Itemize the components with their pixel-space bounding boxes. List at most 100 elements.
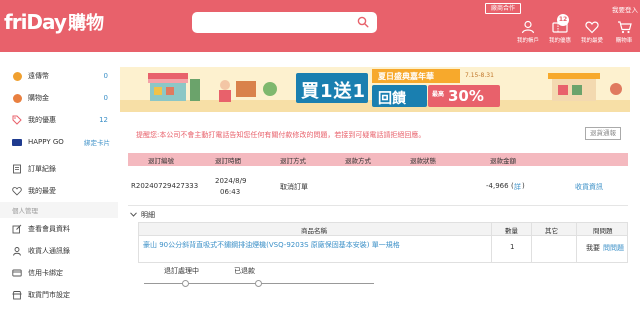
sidebar-item-label: HAPPY GO bbox=[28, 138, 64, 146]
col-product-name: 商品名稱 bbox=[301, 227, 327, 235]
top-header: friDay 購物 廠商合作 我要登入 我的帳戶 我的優惠 12 我的最愛 購物… bbox=[0, 0, 640, 52]
product-quantity: 1 bbox=[510, 243, 515, 251]
site-logo[interactable]: friDay 購物 bbox=[4, 8, 104, 36]
amount-paren-close: ) bbox=[522, 182, 525, 190]
column-divider bbox=[491, 223, 492, 262]
edit-icon bbox=[12, 224, 22, 234]
col-refund-status: 退款狀態 bbox=[410, 156, 436, 165]
tag-icon bbox=[12, 115, 22, 125]
login-link[interactable]: 我要登入 bbox=[612, 4, 638, 14]
column-divider bbox=[531, 223, 532, 262]
banner-date-text: 7.15-8.31 bbox=[465, 72, 494, 79]
partner-button[interactable]: 廠商合作 bbox=[485, 3, 521, 14]
banner-artwork bbox=[120, 67, 630, 112]
sidebar-item-order-history[interactable]: 訂單紀錄 bbox=[0, 158, 118, 180]
sidebar-item-fet-coin[interactable]: 遠傳幣 0 bbox=[0, 65, 118, 87]
happy-go-logo-icon bbox=[12, 137, 22, 147]
sidebar-item-favorites[interactable]: 我的最愛 bbox=[0, 180, 118, 202]
sidebar-item-label: 信用卡綁定 bbox=[28, 269, 63, 277]
refund-id: R20240729427333 bbox=[131, 182, 199, 190]
table-row: R20240729427333 2024/8/9 06:43 取消訂單 -4,9… bbox=[128, 166, 628, 206]
search-input[interactable] bbox=[200, 15, 350, 30]
amount-detail-link[interactable]: 詳 bbox=[514, 182, 521, 192]
shopping-credit-value: 0 bbox=[103, 94, 108, 102]
sidebar-item-member-info[interactable]: 查看會員資料 bbox=[0, 218, 118, 240]
product-name-link[interactable]: 豪山 90公分斜背直吸式不鏽鋼排油煙機(VSQ-9203S 原廠保固基本安裝) … bbox=[143, 240, 400, 250]
sidebar-item-my-coupons[interactable]: 我的優惠 12 bbox=[0, 109, 118, 131]
ask-prefix: 我要 bbox=[586, 244, 600, 252]
table-row: 豪山 90公分斜背直吸式不鏽鋼排油煙機(VSQ-9203S 原廠保固基本安裝) … bbox=[139, 236, 627, 262]
col-ask-question: 問問題 bbox=[593, 227, 613, 235]
progress-dot-processing bbox=[182, 280, 189, 287]
logo-cn: 購物 bbox=[67, 13, 104, 34]
banner-percent-text: 30% bbox=[448, 87, 484, 105]
my-coupon-label: 我的優惠 bbox=[548, 38, 571, 44]
my-account-button[interactable]: 我的帳戶 bbox=[513, 20, 543, 44]
sidebar: 遠傳幣 0 購物金 0 我的優惠 12 HAPPY GO 綁定卡片 訂單紀錄 我… bbox=[0, 65, 118, 306]
contact-icon bbox=[12, 246, 22, 256]
col-refund-payment: 退款方式 bbox=[345, 156, 371, 165]
refund-table: 退訂編號 退訂時間 退訂方式 退款方式 退款狀態 退款金額 R202407294… bbox=[128, 153, 628, 206]
col-refund-method: 退訂方式 bbox=[280, 156, 306, 165]
heart-outline-icon bbox=[12, 186, 22, 196]
refund-time: 06:43 bbox=[220, 188, 241, 196]
banner-main-text: 買1送1 bbox=[301, 81, 367, 102]
search-icon[interactable] bbox=[357, 16, 369, 28]
search-box bbox=[192, 12, 377, 33]
refund-amount: -4,966 bbox=[486, 182, 509, 190]
coupon-count-badge: 12 bbox=[557, 14, 569, 26]
coin-icon bbox=[12, 71, 22, 81]
banner-max-text: 最高 bbox=[432, 91, 445, 98]
detail-toggle-label: 明細 bbox=[141, 211, 155, 219]
col-other: 其它 bbox=[545, 227, 558, 235]
store-icon bbox=[12, 290, 22, 300]
credit-card-icon bbox=[12, 268, 22, 278]
col-refund-id: 退訂編號 bbox=[148, 156, 174, 165]
col-refund-time: 退訂時間 bbox=[215, 156, 241, 165]
cart-icon bbox=[609, 20, 639, 34]
my-favorite-button[interactable]: 我的最愛 bbox=[577, 20, 607, 44]
sidebar-item-label: 收貨人通訊錄 bbox=[28, 247, 70, 255]
col-quantity: 數量 bbox=[505, 227, 518, 235]
sidebar-item-label: 訂單紀錄 bbox=[28, 165, 56, 173]
sidebar-item-shopping-credit[interactable]: 購物金 0 bbox=[0, 87, 118, 109]
security-notice: 提醒您:本公司不會主動打電話告知您任何有關付款修改的問題，若接到可疑電話請拒絕回… bbox=[136, 131, 426, 139]
sidebar-item-label: 查看會員資料 bbox=[28, 225, 70, 233]
sidebar-item-label: 我的最愛 bbox=[28, 187, 56, 195]
receipt-info-link[interactable]: 收貨資訊 bbox=[575, 182, 603, 192]
sidebar-item-address-book[interactable]: 收貨人通訊錄 bbox=[0, 240, 118, 262]
detail-table-header: 商品名稱 數量 其它 問問題 bbox=[139, 223, 627, 236]
cart-label: 購物車 bbox=[615, 38, 633, 44]
user-icon bbox=[513, 20, 543, 34]
banner-sub-text: 夏日盛典嘉年華 bbox=[378, 72, 434, 81]
sidebar-item-happy-go[interactable]: HAPPY GO 綁定卡片 bbox=[0, 131, 118, 153]
my-favorite-label: 我的最愛 bbox=[580, 38, 603, 44]
receipt-icon bbox=[12, 164, 22, 174]
sidebar-item-store-pickup[interactable]: 取貨門市設定 bbox=[0, 284, 118, 306]
logo-text: friDay bbox=[4, 10, 67, 34]
detail-toggle[interactable]: 明細 bbox=[130, 210, 155, 220]
ask-question-link[interactable]: 問問題 bbox=[603, 243, 624, 253]
return-report-button[interactable]: 退貨通報 bbox=[585, 127, 621, 140]
fet-coin-value: 0 bbox=[103, 72, 108, 80]
refund-table-header: 退訂編號 退訂時間 退訂方式 退款方式 退款狀態 退款金額 bbox=[128, 153, 628, 166]
col-refund-amount: 退款金額 bbox=[490, 156, 516, 165]
banner-tag-text: 回饋 bbox=[378, 91, 406, 107]
chevron-down-icon bbox=[130, 211, 137, 219]
progress-step-refunded: 已退款 bbox=[234, 267, 255, 275]
refund-date: 2024/8/9 bbox=[215, 177, 247, 185]
column-divider bbox=[576, 223, 577, 262]
coupon-count-value: 12 bbox=[99, 116, 108, 124]
refund-method: 取消訂單 bbox=[280, 183, 308, 191]
cart-button[interactable]: 購物車 bbox=[609, 20, 639, 44]
sidebar-item-label: 遠傳幣 bbox=[28, 72, 49, 80]
detail-table: 商品名稱 數量 其它 問問題 豪山 90公分斜背直吸式不鏽鋼排油煙機(VSQ-9… bbox=[138, 222, 628, 263]
sidebar-item-credit-card[interactable]: 信用卡綁定 bbox=[0, 262, 118, 284]
promo-banner[interactable]: 買1送1 夏日盛典嘉年華 7.15-8.31 回饋 最高 30% bbox=[120, 67, 630, 112]
bind-card-link[interactable]: 綁定卡片 bbox=[84, 137, 110, 147]
section-title-personal: 個人管理 bbox=[0, 202, 118, 218]
progress-dot-refunded bbox=[255, 280, 262, 287]
sidebar-item-label: 購物金 bbox=[28, 94, 49, 102]
progress-step-processing: 退訂處理中 bbox=[164, 267, 199, 275]
my-account-label: 我的帳戶 bbox=[516, 38, 539, 44]
